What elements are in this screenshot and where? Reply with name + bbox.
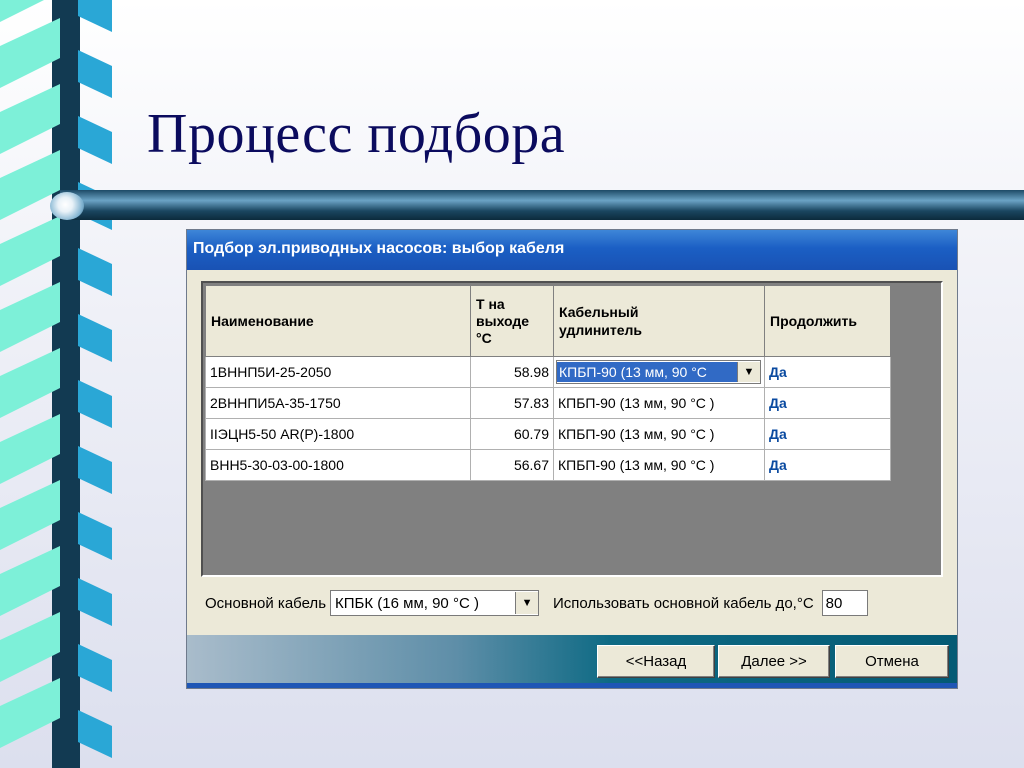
spiral-ribbon-left [0, 216, 60, 286]
cancel-button-label: Отмена [865, 653, 919, 670]
spiral-ribbon-right [78, 710, 112, 758]
spiral-ribbon-left [0, 480, 60, 550]
next-button[interactable]: Далее >> [718, 645, 830, 678]
cable-cell: КПБП-90 (13 мм, 90 °С ) [553, 418, 765, 450]
chevron-down-icon[interactable]: ▼ [515, 592, 539, 614]
title-underline-bar [60, 190, 1024, 220]
chevron-down-icon[interactable]: ▼ [737, 362, 760, 382]
cable-combo-cell[interactable]: КПБП-90 (13 мм, 90 °С ▼ [553, 356, 765, 388]
pump-name-cell: IIЭЦН5-50 АR(P)-1800 [205, 418, 471, 450]
pump-name-cell: 1ВННП5И-25-2050 [205, 356, 471, 388]
pump-table: Наименование Т на выходе °С Кабельный уд… [205, 285, 891, 481]
button-bar: <<Назад Далее >> Отмена [187, 635, 957, 683]
table-row[interactable]: IIЭЦН5-50 АR(P)-1800 60.79 КПБП-90 (13 м… [205, 418, 891, 450]
spiral-ribbon-right [78, 380, 112, 428]
cable-selection-dialog: Подбор эл.приводных насосов: выбор кабел… [187, 230, 957, 688]
pump-name-cell: ВНН5-30-03-00-1800 [205, 449, 471, 481]
col-header-temp-label: Т на выходе °С [476, 295, 530, 346]
main-cable-dropdown[interactable]: КПБК (16 мм, 90 °С ) ▼ [330, 590, 540, 616]
spiral-ribbon-right [78, 512, 112, 560]
main-cable-value: КПБК (16 мм, 90 °С ) [335, 594, 479, 612]
back-button-label: <<Назад [625, 653, 687, 670]
table-row[interactable]: 2ВННПИ5А-35-1750 57.83 КПБП-90 (13 мм, 9… [205, 387, 891, 419]
table-row[interactable]: 1ВННП5И-25-2050 58.98 КПБП-90 (13 мм, 90… [205, 356, 891, 388]
spiral-ribbon-left [0, 84, 60, 154]
spiral-ribbon-right [78, 446, 112, 494]
spiral-ribbon-left [0, 348, 60, 418]
pump-name-cell: 2ВННПИ5А-35-1750 [205, 387, 471, 419]
cancel-button[interactable]: Отмена [835, 645, 949, 678]
cable-dropdown[interactable]: КПБП-90 (13 мм, 90 °С ▼ [556, 360, 761, 384]
table-row[interactable]: ВНН5-30-03-00-1800 56.67 КПБП-90 (13 мм,… [205, 449, 891, 481]
continue-cell: Да [764, 387, 891, 419]
spiral-ribbon-right [78, 248, 112, 296]
spiral-decoration [0, 0, 112, 768]
spiral-ribbon-right [78, 578, 112, 626]
continue-cell: Да [764, 356, 891, 388]
spiral-ribbon-right [78, 116, 112, 164]
spiral-ribbon-left [0, 678, 60, 748]
col-header-cable-label: Кабельный удлинитель [559, 304, 643, 338]
dialog-bottom-line [187, 683, 957, 688]
continue-cell: Да [764, 418, 891, 450]
spiral-ribbon-left [0, 18, 60, 88]
col-header-continue[interactable]: Продолжить [764, 285, 891, 357]
spiral-ribbon-right [78, 0, 112, 32]
spiral-ribbon-left [0, 282, 60, 352]
next-button-label: Далее >> [741, 653, 807, 670]
cable-dropdown-value: КПБП-90 (13 мм, 90 °С [557, 362, 737, 382]
spiral-ribbon-right [78, 50, 112, 98]
main-cable-row: Основной кабель КПБК (16 мм, 90 °С ) ▼ И… [205, 590, 868, 616]
col-header-cable[interactable]: Кабельный удлинитель [553, 285, 765, 357]
col-header-temp[interactable]: Т на выходе °С [470, 285, 554, 357]
use-main-cable-temp-input[interactable]: 80 [821, 590, 868, 616]
spiral-ribbon-left [0, 612, 60, 682]
back-button[interactable]: <<Назад [597, 645, 715, 678]
temp-cell: 57.83 [470, 387, 554, 419]
spiral-ribbon-right [78, 314, 112, 362]
spiral-ribbon-right [78, 644, 112, 692]
title-bar-knob [50, 192, 84, 220]
temp-cell: 60.79 [470, 418, 554, 450]
use-main-cable-label: Использовать основной кабель до,°С [553, 594, 814, 612]
spiral-ribbon-left [0, 0, 44, 22]
dialog-title: Подбор эл.приводных насосов: выбор кабел… [187, 230, 957, 270]
pump-grid: Наименование Т на выходе °С Кабельный уд… [201, 281, 943, 577]
spiral-ribbon-left [0, 546, 60, 616]
main-cable-label: Основной кабель [205, 594, 327, 612]
spiral-ribbon-left [0, 414, 60, 484]
temp-cell: 58.98 [470, 356, 554, 388]
cable-cell: КПБП-90 (13 мм, 90 °С ) [553, 387, 765, 419]
continue-cell: Да [764, 449, 891, 481]
cable-cell: КПБП-90 (13 мм, 90 °С ) [553, 449, 765, 481]
temp-cell: 56.67 [470, 449, 554, 481]
slide-title: Процесс подбора [147, 103, 566, 165]
col-header-name[interactable]: Наименование [205, 285, 471, 357]
